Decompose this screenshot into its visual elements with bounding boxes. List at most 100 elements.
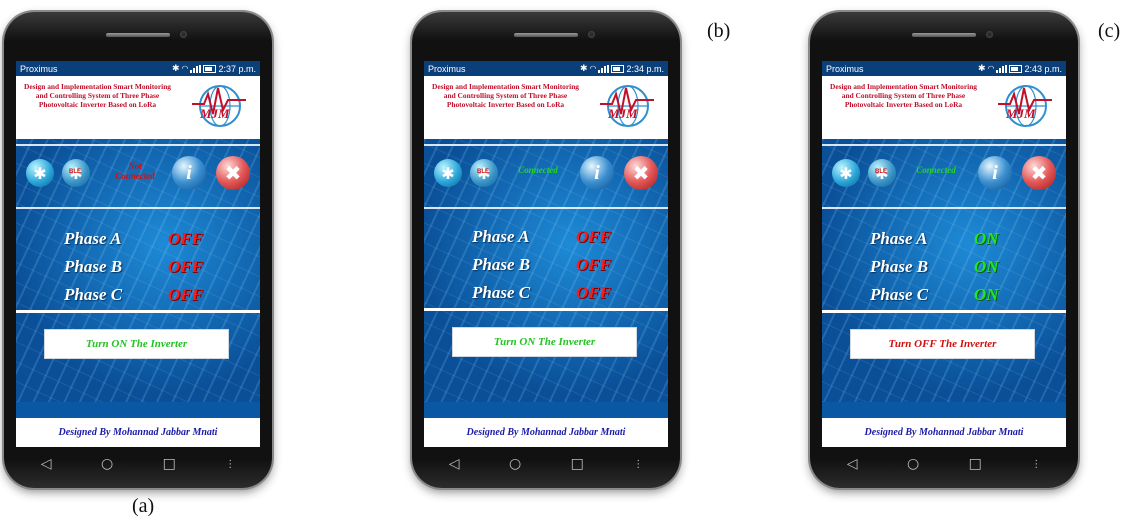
app-title: Design and Implementation Smart Monitori… (24, 82, 171, 109)
bluetooth-status-icon: ✱ (977, 63, 986, 73)
back-nav-icon[interactable]: ◁ (847, 456, 858, 472)
phase-name: Phase B (472, 255, 531, 274)
menu-nav-icon[interactable]: ⋮ (633, 459, 643, 470)
inverter-toggle-button[interactable]: Turn ON The Inverter (452, 327, 637, 357)
close-icon[interactable]: ✖ (624, 156, 658, 190)
bluetooth-status-icon: ✱ (579, 63, 588, 73)
wifi-icon: ◠ (181, 64, 189, 73)
divider-line (822, 310, 1066, 313)
front-camera (986, 31, 993, 38)
phase-name: Phase C (64, 285, 123, 304)
carrier-label: Proximus (428, 63, 466, 74)
connection-status: Connected (916, 165, 956, 175)
footer-credit: Designed By Mohannad Jabbar Mnati (16, 418, 260, 447)
divider-line (16, 144, 260, 146)
divider-line (424, 308, 668, 311)
bluetooth-status-icon: ✱ (171, 63, 180, 73)
panel-a: Proximus ✱ ◠ 2:37 p.m. Design and Implem… (0, 0, 300, 525)
divider-line (424, 207, 668, 209)
status-bar: Proximus ✱ ◠ 2:43 p.m. (822, 61, 1066, 76)
phase-name: Phase B (870, 257, 929, 276)
inverter-toggle-button[interactable]: Turn ON The Inverter (44, 329, 229, 359)
info-icon[interactable]: i (978, 156, 1012, 190)
divider-line (16, 310, 260, 313)
close-icon[interactable]: ✖ (216, 156, 250, 190)
back-nav-icon[interactable]: ◁ (41, 456, 52, 472)
recents-nav-icon[interactable]: □ (571, 456, 584, 472)
wifi-icon: ◠ (987, 64, 995, 73)
panel-b: Proximus ✱ ◠ 2:34 p.m. Design and Implem… (409, 0, 730, 525)
phase-state: OFF (168, 257, 203, 276)
bluetooth-icon[interactable]: ✱ (26, 159, 54, 187)
battery-icon (611, 64, 625, 73)
panel-label-a: (a) (132, 495, 155, 517)
phase-state: ON (974, 285, 999, 304)
nav-bar: ◁ ○ □ ⋮ (16, 449, 260, 479)
front-camera (588, 31, 595, 38)
connection-status: Connected (518, 165, 558, 175)
recents-nav-icon[interactable]: □ (163, 456, 176, 472)
close-icon[interactable]: ✖ (1022, 156, 1056, 190)
bluetooth-icon[interactable]: ✱ (434, 159, 462, 187)
signal-icon (996, 64, 1008, 73)
menu-nav-icon[interactable]: ⋮ (1031, 459, 1041, 470)
toolbar: ✱ ✱ BLE Connected i ✖ (424, 151, 668, 195)
home-nav-icon[interactable]: ○ (907, 456, 919, 472)
phase-row: Phase B OFF (472, 255, 652, 279)
phase-state: ON (974, 229, 999, 248)
inverter-toggle-button[interactable]: Turn OFF The Inverter (850, 329, 1035, 359)
back-nav-icon[interactable]: ◁ (449, 456, 460, 472)
speaker-grille (912, 33, 976, 37)
phone-frame: Proximus ✱ ◠ 2:34 p.m. Design and Implem… (412, 12, 680, 488)
app-header: Design and Implementation Smart Monitori… (424, 76, 668, 139)
clock: 2:34 p.m. (626, 63, 664, 74)
phase-row: Phase B OFF (64, 257, 244, 281)
footer-credit: Designed By Mohannad Jabbar Mnati (822, 418, 1066, 447)
divider-line (822, 144, 1066, 146)
signal-icon (190, 64, 202, 73)
phase-row: Phase C OFF (472, 283, 652, 307)
info-icon[interactable]: i (580, 156, 614, 190)
phase-name: Phase C (870, 285, 929, 304)
divider-line (424, 144, 668, 146)
mjm-logo: MJM (994, 80, 1056, 134)
app-screen: Proximus ✱ ◠ 2:34 p.m. Design and Implem… (424, 61, 668, 447)
app-header: Design and Implementation Smart Monitori… (822, 76, 1066, 139)
toolbar: ✱ ✱ BLE Not Connected i ✖ (16, 151, 260, 195)
bluetooth-le-icon[interactable]: ✱ BLE (62, 159, 90, 187)
carrier-label: Proximus (826, 63, 864, 74)
footer-credit: Designed By Mohannad Jabbar Mnati (424, 418, 668, 447)
front-camera (180, 31, 187, 38)
app-screen: Proximus ✱ ◠ 2:37 p.m. Design and Implem… (16, 61, 260, 447)
phase-name: Phase C (472, 283, 531, 302)
phase-name: Phase B (64, 257, 123, 276)
wifi-icon: ◠ (589, 64, 597, 73)
nav-bar: ◁ ○ □ ⋮ (424, 449, 668, 479)
home-nav-icon[interactable]: ○ (101, 456, 113, 472)
phone-frame: Proximus ✱ ◠ 2:37 p.m. Design and Implem… (4, 12, 272, 488)
logo-text: MJM (1006, 106, 1036, 121)
phase-row: Phase C ON (870, 285, 1050, 309)
logo-text: MJM (200, 106, 230, 121)
info-icon[interactable]: i (172, 156, 206, 190)
home-nav-icon[interactable]: ○ (509, 456, 521, 472)
phase-state: OFF (168, 285, 203, 304)
phase-row: Phase A OFF (64, 229, 244, 253)
menu-nav-icon[interactable]: ⋮ (225, 459, 235, 470)
speaker-grille (514, 33, 578, 37)
nav-bar: ◁ ○ □ ⋮ (822, 449, 1066, 479)
app-title: Design and Implementation Smart Monitori… (432, 82, 579, 109)
phase-name: Phase A (64, 229, 122, 248)
battery-icon (203, 64, 217, 73)
phase-row: Phase B ON (870, 257, 1050, 281)
phase-name: Phase A (472, 227, 530, 246)
phase-state: OFF (168, 229, 203, 248)
bluetooth-icon[interactable]: ✱ (832, 159, 860, 187)
phase-state: OFF (576, 283, 611, 302)
bluetooth-le-icon[interactable]: ✱ BLE (868, 159, 896, 187)
bluetooth-le-icon[interactable]: ✱ BLE (470, 159, 498, 187)
recents-nav-icon[interactable]: □ (969, 456, 982, 472)
divider-line (16, 207, 260, 209)
app-title: Design and Implementation Smart Monitori… (830, 82, 977, 109)
phase-state: OFF (576, 255, 611, 274)
